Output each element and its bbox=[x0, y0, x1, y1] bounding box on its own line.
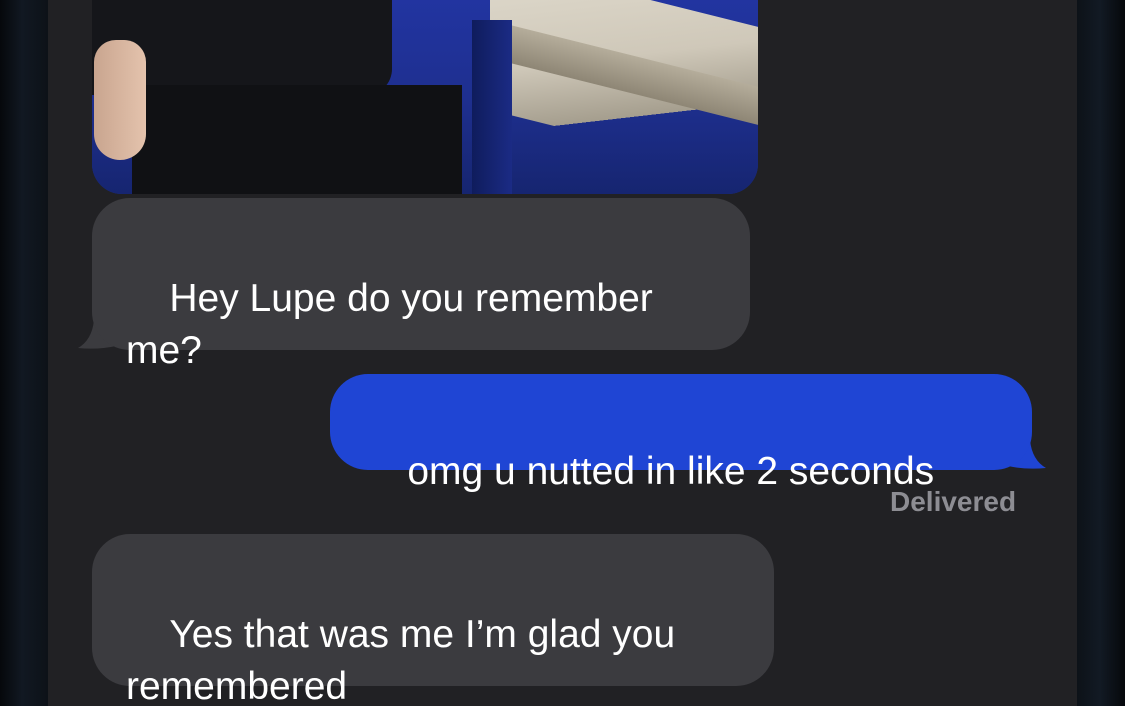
screenshot-frame: Hey Lupe do you remember me? omg u nutte… bbox=[0, 0, 1125, 706]
delivered-status: Delivered bbox=[890, 486, 1017, 517]
photo-person-pants bbox=[132, 85, 462, 194]
photo-shadow bbox=[472, 20, 512, 194]
incoming-message-bubble[interactable]: Yes that was me I’m glad you remembered bbox=[92, 534, 774, 706]
outgoing-message-bubble[interactable]: omg u nutted in like 2 seconds bbox=[330, 374, 1032, 493]
message-text: omg u nutted in like 2 seconds bbox=[407, 450, 935, 493]
incoming-message-bubble[interactable]: Hey Lupe do you remember me? bbox=[92, 198, 750, 372]
photo-person-arm bbox=[94, 40, 146, 160]
photo-attachment[interactable] bbox=[92, 0, 758, 194]
